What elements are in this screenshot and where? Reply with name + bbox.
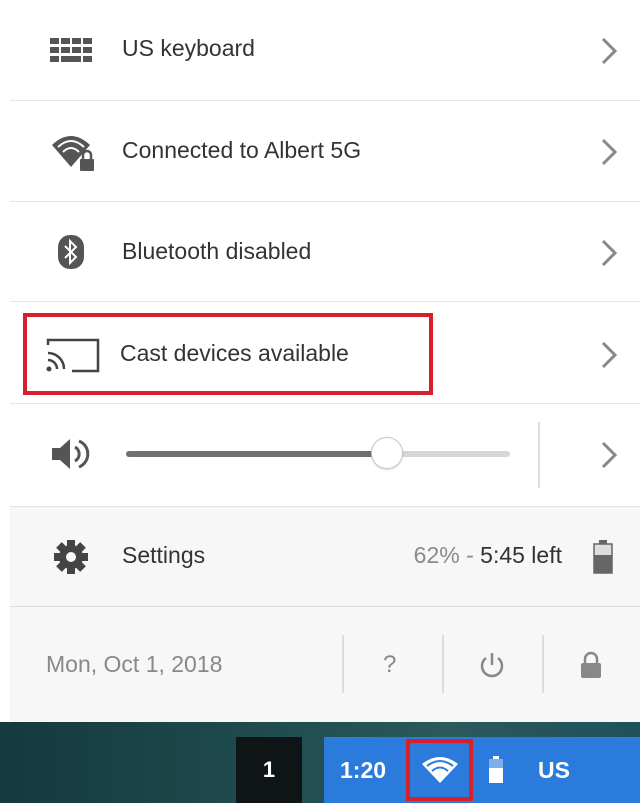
battery-percent: 62% (413, 542, 460, 568)
wifi-lock-icon (52, 136, 94, 171)
keyboard-label: US keyboard (122, 35, 255, 61)
chevron-right-icon (601, 239, 618, 267)
volume-row (10, 404, 640, 506)
battery-time-left: 5:45 left (480, 542, 562, 568)
chevron-right-icon (601, 341, 618, 369)
tray-footer: Mon, Oct 1, 2018 ? (10, 606, 640, 723)
volume-slider[interactable] (126, 437, 510, 469)
chevron-right-icon (601, 37, 618, 65)
power-icon[interactable] (479, 652, 505, 680)
footer-divider (442, 635, 444, 693)
lock-icon[interactable] (580, 651, 602, 679)
battery-icon (593, 540, 613, 574)
network-row[interactable]: Connected to Albert 5G (10, 101, 640, 202)
settings-row[interactable]: Settings 62% - 5:45 left (10, 506, 640, 607)
chevron-right-icon (601, 138, 618, 166)
volume-slider-fill (126, 451, 388, 457)
keyboard-icon (50, 38, 92, 62)
volume-slider-thumb[interactable] (371, 437, 404, 469)
bluetooth-row[interactable]: Bluetooth disabled (10, 202, 640, 302)
help-button[interactable]: ? (383, 651, 396, 679)
speaker-icon[interactable] (50, 437, 90, 471)
chevron-right-icon[interactable] (600, 440, 618, 470)
status-tray[interactable]: 1:20 US (324, 737, 640, 803)
battery-status: 62% - 5:45 left (414, 542, 562, 569)
gear-icon (54, 540, 88, 574)
desk-badge[interactable]: 1 (236, 737, 302, 803)
system-tray-menu: US keyboard Connected to Albert 5G Bluet… (10, 0, 640, 723)
bluetooth-icon (58, 235, 84, 269)
tray-time: 1:20 (340, 757, 387, 783)
network-label: Connected to Albert 5G (122, 137, 362, 163)
bluetooth-label: Bluetooth disabled (122, 238, 312, 264)
cast-highlight-box (23, 313, 433, 395)
date-label: Mon, Oct 1, 2018 (46, 651, 223, 677)
battery-icon (489, 756, 503, 783)
settings-label: Settings (122, 542, 206, 568)
volume-divider (538, 422, 540, 488)
footer-divider (342, 635, 344, 693)
battery-separator: - (459, 542, 481, 568)
wifi-highlight-box (406, 739, 473, 801)
footer-divider (542, 635, 544, 693)
keyboard-row[interactable]: US keyboard (10, 0, 640, 101)
tray-ime: US (538, 757, 570, 783)
